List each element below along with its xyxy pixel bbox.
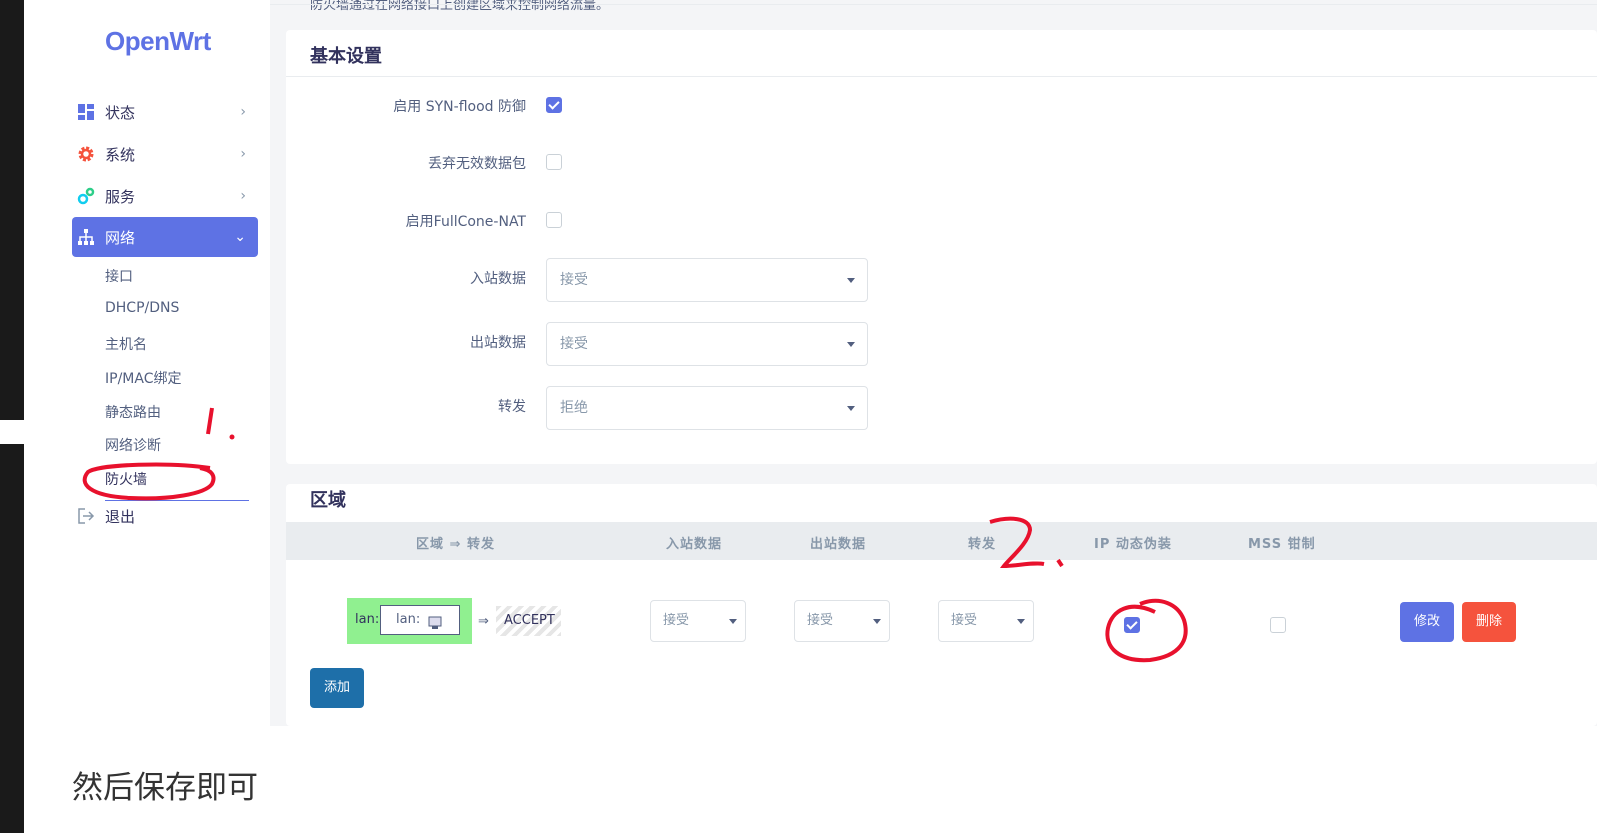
zones-card: 区域 区域 ⇒ 转发 入站数据 出站数据 转发 IP 动态伪装 MSS 钳制 l… xyxy=(286,484,1597,726)
divider xyxy=(286,76,1597,77)
input-policy-label: 入站数据 xyxy=(470,271,526,287)
forward-arrow: ⇒ xyxy=(478,614,489,629)
zone-lan-badge[interactable]: lan: lan: xyxy=(347,598,472,644)
delete-button[interactable]: 删除 xyxy=(1462,602,1516,642)
drop-invalid-label: 丢弃无效数据包 xyxy=(428,156,526,172)
caret-down-icon xyxy=(1017,619,1025,624)
cogs-icon xyxy=(77,187,95,205)
sidebar-subitem-diagnostics[interactable]: 网络诊断 xyxy=(105,435,161,455)
sidebar-item-system[interactable]: 系统 › xyxy=(72,134,258,174)
sidebar-subitem-static-routes[interactable]: 静态路由 xyxy=(105,402,161,422)
sidebar-item-label: 状态 xyxy=(105,103,136,122)
chevron-right-icon: › xyxy=(240,188,246,204)
fullcone-label: 启用FullCone-NAT xyxy=(405,214,526,230)
input-policy-select[interactable]: 接受 xyxy=(546,258,868,302)
zone-interface-label: lan: xyxy=(396,612,421,627)
sidebar-item-label: 退出 xyxy=(105,507,136,526)
column-header: 转发 xyxy=(968,537,997,552)
select-value: 接受 xyxy=(951,613,978,628)
section-title: 基本设置 xyxy=(310,46,382,67)
column-header: 出站数据 xyxy=(810,537,867,552)
zone-output-select[interactable]: 接受 xyxy=(794,600,890,642)
caret-down-icon xyxy=(847,406,855,411)
masquerade-checkbox[interactable] xyxy=(1124,617,1140,633)
syn-flood-checkbox[interactable] xyxy=(546,97,562,113)
page-description: 防火墙通过在网络接口上创建区域来控制网络流量。 xyxy=(310,0,610,13)
chevron-right-icon: › xyxy=(240,146,246,162)
sidebar-subitem-ip-mac-binding[interactable]: IP/MAC绑定 xyxy=(105,368,181,388)
forward-policy-select[interactable]: 拒绝 xyxy=(546,386,868,430)
chevron-down-icon: ⌄ xyxy=(234,229,246,245)
select-value: 接受 xyxy=(560,272,588,288)
chevron-right-icon: › xyxy=(240,104,246,120)
select-value: 拒绝 xyxy=(560,400,588,416)
gear-icon xyxy=(77,145,95,163)
sidebar-subitem-dhcp-dns[interactable]: DHCP/DNS xyxy=(105,300,179,316)
sidebar-item-status[interactable]: 状态 › xyxy=(72,92,258,132)
divider xyxy=(270,4,1597,5)
network-device-icon xyxy=(428,613,442,629)
fullcone-checkbox[interactable] xyxy=(546,212,562,228)
drop-invalid-checkbox[interactable] xyxy=(546,154,562,170)
zone-interface-box: lan: xyxy=(380,605,460,635)
caption-text: 然后保存即可 xyxy=(72,770,258,806)
sidebar-subitem-hostnames[interactable]: 主机名 xyxy=(105,334,147,354)
column-header: 区域 ⇒ 转发 xyxy=(416,537,495,552)
main-content: 防火墙通过在网络接口上创建区域来控制网络流量。 基本设置 启用 SYN-floo… xyxy=(270,0,1597,726)
basic-settings-card: 基本设置 启用 SYN-flood 防御 丢弃无效数据包 启用FullCone-… xyxy=(286,30,1597,464)
syn-flood-label: 启用 SYN-flood 防御 xyxy=(393,99,526,115)
zone-input-select[interactable]: 接受 xyxy=(650,600,746,642)
sidebar-item-services[interactable]: 服务 › xyxy=(72,176,258,216)
table-header: 区域 ⇒ 转发 入站数据 出站数据 转发 IP 动态伪装 MSS 钳制 xyxy=(286,522,1597,560)
network-icon xyxy=(77,228,95,246)
caret-down-icon xyxy=(873,619,881,624)
column-header: IP 动态伪装 xyxy=(1094,537,1172,552)
sidebar-subitem-interfaces[interactable]: 接口 xyxy=(105,266,133,286)
caret-down-icon xyxy=(847,342,855,347)
openwrt-screenshot: OpenWrt 状态 › 系统 › 服务 › 网络 ⌄ 接口 DHCP/DNS … xyxy=(72,0,1597,726)
zone-name: lan: xyxy=(355,612,380,627)
sidebar-subitem-firewall[interactable]: 防火墙 xyxy=(105,469,147,489)
dashboard-icon xyxy=(77,103,95,121)
logout-icon xyxy=(77,507,95,525)
sidebar-item-label: 网络 xyxy=(105,228,136,247)
caret-down-icon xyxy=(729,619,737,624)
select-value: 接受 xyxy=(807,613,834,628)
add-button[interactable]: 添加 xyxy=(310,668,364,708)
sidebar-item-label: 服务 xyxy=(105,187,136,206)
output-policy-select[interactable]: 接受 xyxy=(546,322,868,366)
sidebar-item-label: 系统 xyxy=(105,145,136,164)
select-value: 接受 xyxy=(663,613,690,628)
mss-clamping-checkbox[interactable] xyxy=(1270,617,1286,633)
background-strip-gap xyxy=(0,420,24,444)
select-value: 接受 xyxy=(560,336,588,352)
forward-policy-label: 转发 xyxy=(498,399,526,415)
sidebar-item-logout[interactable]: 退出 xyxy=(72,496,258,536)
column-header: MSS 钳制 xyxy=(1248,537,1316,552)
forward-destination: ACCEPT xyxy=(496,606,561,636)
edit-button[interactable]: 修改 xyxy=(1400,602,1454,642)
background-strip xyxy=(0,0,24,833)
column-header: 入站数据 xyxy=(666,537,723,552)
sidebar-item-network[interactable]: 网络 ⌄ xyxy=(72,217,258,257)
caret-down-icon xyxy=(847,278,855,283)
output-policy-label: 出站数据 xyxy=(470,335,526,351)
sidebar: OpenWrt 状态 › 系统 › 服务 › 网络 ⌄ 接口 DHCP/DNS … xyxy=(72,0,270,726)
openwrt-logo[interactable]: OpenWrt xyxy=(105,26,211,57)
section-title: 区域 xyxy=(310,490,346,511)
zone-forward-select[interactable]: 接受 xyxy=(938,600,1034,642)
